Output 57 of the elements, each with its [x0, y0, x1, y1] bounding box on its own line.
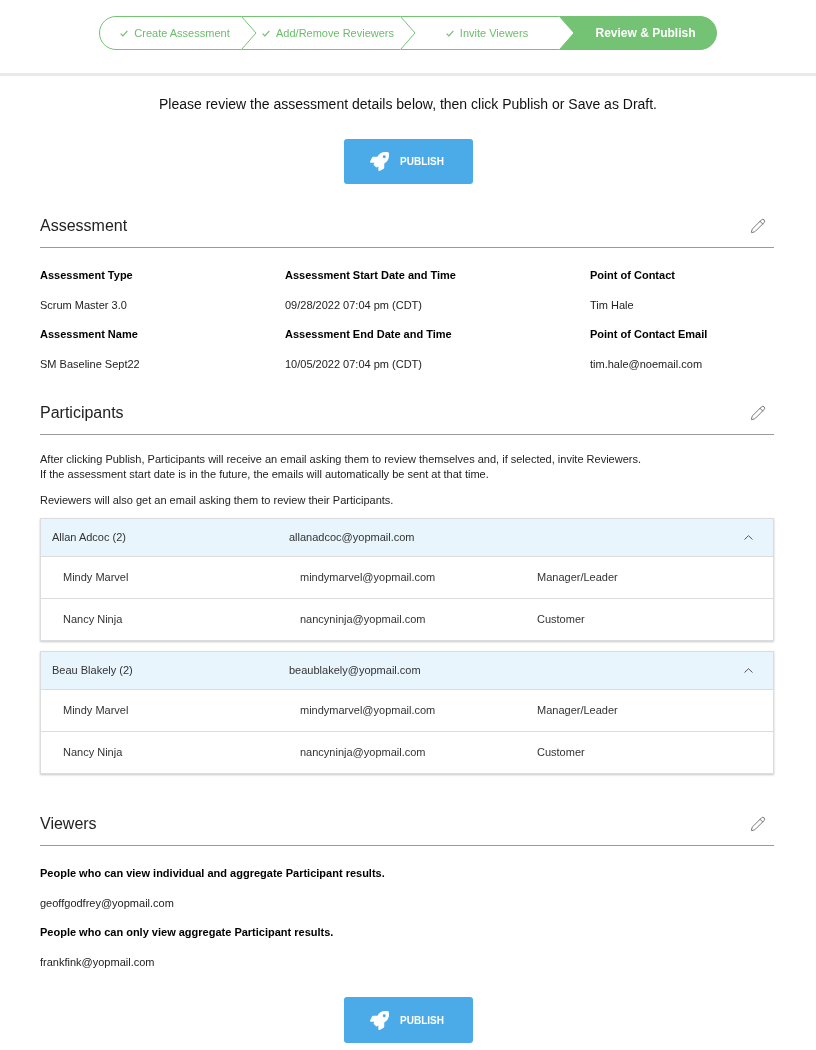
check-icon: [445, 29, 454, 37]
step-tab[interactable]: Invite Viewers: [400, 16, 559, 50]
reviewer-name: Nancy Ninja: [63, 745, 124, 761]
reviewer-role: Manager/Leader: [537, 570, 618, 586]
field-value: 09/28/2022 07:04 pm (CDT): [285, 298, 423, 312]
check-icon: [262, 29, 270, 37]
instructions-text: Please review the assessment details below, then click Publish or Save as Draft.: [158, 95, 658, 114]
participant-header[interactable]: Beau Blakely (2) beaublakely@yopmail.com: [41, 652, 773, 690]
reviewer-email: mindymarvel@yopmail.com: [300, 570, 437, 586]
pencil-icon: [750, 218, 766, 234]
field-value: 10/05/2022 07:04 pm (CDT): [285, 357, 423, 371]
reviewer-name: Mindy Marvel: [63, 570, 130, 586]
reviewer-role: Customer: [537, 745, 585, 761]
pencil-icon: [750, 816, 766, 832]
participant-email: allanadcoc@yopmail.com: [289, 530, 415, 546]
info-text: Reviewers will also get an email asking them to review their Participants.: [40, 493, 395, 508]
viewer-email: frankfink@yopmail.com: [40, 955, 156, 969]
rocket-icon: [370, 152, 390, 171]
edit-button[interactable]: [750, 218, 766, 234]
field-value: Tim Hale: [590, 298, 635, 312]
field-label: Assessment Start Date and Time: [285, 268, 457, 282]
field-value: SM Baseline Sept22: [40, 357, 141, 371]
field-value: tim.hale@noemail.com: [590, 357, 704, 371]
info-text: After clicking Publish, Participants will receive an email asking them to review themselves and, if selected, invite Reviewers. If the assessment start date is in the future, the emails will automatically be sent at that time.: [40, 452, 642, 482]
reviewer-email: nancyninja@yopmail.com: [300, 745, 427, 761]
reviewer-name: Mindy Marvel: [63, 703, 130, 719]
field-label: Point of Contact: [590, 268, 676, 282]
section-title: Viewers: [40, 814, 97, 834]
field-value: Scrum Master 3.0: [40, 298, 128, 312]
edit-button[interactable]: [750, 405, 766, 421]
field-label: Assessment Type: [40, 268, 134, 282]
check-icon: [120, 29, 129, 37]
participant-name: Allan Adcoc (2): [52, 530, 127, 546]
field-label: Assessment Name: [40, 327, 139, 341]
reviewer-email: mindymarvel@yopmail.com: [300, 703, 437, 719]
participant-header[interactable]: Allan Adcoc (2) allanadcoc@yopmail.com: [41, 519, 773, 557]
edit-button[interactable]: [750, 816, 766, 832]
field-label: Assessment End Date and Time: [285, 327, 453, 341]
step-tab[interactable]: Add/Remove Reviewers: [241, 16, 400, 50]
viewer-group-heading: People who can only view aggregate Participant results.: [40, 925, 335, 939]
participant-name: Beau Blakely (2): [52, 663, 134, 679]
publish-button[interactable]: PUBLISH: [343, 139, 473, 184]
section-title: Participants: [40, 403, 124, 423]
field-label: Point of Contact Email: [590, 327, 709, 341]
section-title: Assessment: [40, 216, 128, 236]
publish-button[interactable]: PUBLISH: [343, 997, 473, 1043]
reviewer-role: Customer: [537, 612, 585, 628]
reviewer-email: nancyninja@yopmail.com: [300, 612, 427, 628]
viewer-group-heading: People who can view individual and aggregate Participant results.: [40, 866, 386, 880]
step-tab[interactable]: Create Assessment: [99, 16, 241, 50]
reviewer-role: Manager/Leader: [537, 703, 618, 719]
step-tab[interactable]: Review & Publish: [559, 16, 717, 50]
viewer-email: geoffgodfrey@yopmail.com: [40, 896, 175, 910]
reviewer-name: Nancy Ninja: [63, 612, 124, 628]
participant-email: beaublakely@yopmail.com: [289, 663, 421, 679]
rocket-icon: [370, 1010, 390, 1030]
pencil-icon: [750, 405, 766, 421]
